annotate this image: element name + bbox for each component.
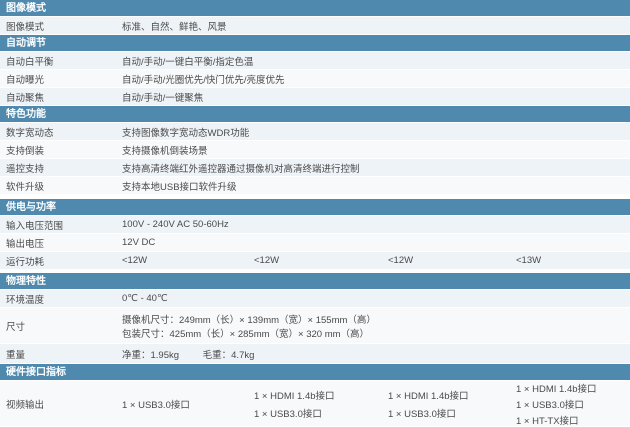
interface-item: 1 × HDMI 1.4b接口 <box>516 383 597 395</box>
table-row-weight: 重量 净重：1.95kg 毛重：4.7kg <box>0 344 630 364</box>
table-row-video-output: 视频输出 1 × USB3.0接口 1 × HDMI 1.4b接口 1 × US… <box>0 381 630 427</box>
value-model-2: 1 × HDMI 1.4b接口 1 × USB3.0接口 <box>254 381 388 427</box>
row-value: 自动/手动/光圈优先/快门优先/亮度优先 <box>122 74 285 86</box>
row-value: 支持图像数字宽动态WDR功能 <box>122 127 250 139</box>
spec-table: 图像模式 图像模式 标准、自然、鲜艳、风景 自动调节 自动白平衡 自动/手动/一… <box>0 0 630 427</box>
table-row-exposure: 自动曝光 自动/手动/光圈优先/快门优先/亮度优先 <box>0 70 630 88</box>
interface-item: 1 × HDMI 1.4b接口 <box>388 390 469 402</box>
row-label: 视频输出 <box>6 399 45 411</box>
net-weight: 净重：1.95kg <box>122 349 180 361</box>
row-value: 12V DC <box>122 237 156 248</box>
value-model-3: <12W <box>388 255 414 266</box>
row-value: 支持本地USB接口软件升级 <box>122 181 237 193</box>
value-model-1: <12W <box>122 255 148 266</box>
camera-size: 摄像机尺寸：249mm（长）× 139mm（宽）× 155mm（高） <box>122 314 376 326</box>
row-values: <12W <12W <12W <13W <box>122 255 630 266</box>
table-row-size: 尺寸 摄像机尺寸：249mm（长）× 139mm（宽）× 155mm（高） 包装… <box>0 308 630 344</box>
row-value: 支持摄像机倒装场景 <box>122 145 208 157</box>
row-label: 运行功耗 <box>6 256 45 268</box>
value-model-1: 1 × USB3.0接口 <box>122 381 254 427</box>
row-label: 输入电压范围 <box>6 220 64 232</box>
row-label: 自动聚焦 <box>6 92 45 104</box>
row-value: 净重：1.95kg 毛重：4.7kg <box>122 347 630 361</box>
row-label: 尺寸 <box>6 321 26 333</box>
table-row-image-mode: 图像模式 标准、自然、鲜艳、风景 <box>0 17 630 35</box>
value-model-4: 1 × HDMI 1.4b接口 1 × USB3.0接口 1 × HT-TX接口 <box>516 381 630 427</box>
table-row-remote: 遥控支持 支持高清终端红外遥控器通过摄像机对高清终端进行控制 <box>0 159 630 177</box>
row-label: 环境温度 <box>6 294 45 306</box>
row-label: 支持倒装 <box>6 145 45 157</box>
row-value: 100V - 240V AC 50-60Hz <box>122 219 229 230</box>
section-header-power: 供电与功率 <box>0 199 630 216</box>
row-label: 自动曝光 <box>6 74 45 86</box>
table-row-white-balance: 自动白平衡 自动/手动/一键白平衡/指定色温 <box>0 52 630 70</box>
row-label: 软件升级 <box>6 181 45 193</box>
value-model-3: 1 × HDMI 1.4b接口 1 × USB3.0接口 <box>388 381 516 427</box>
row-label: 数字宽动态 <box>6 127 54 139</box>
row-label: 输出电压 <box>6 238 45 250</box>
interface-item: 1 × USB3.0接口 <box>122 399 190 411</box>
table-row-output-voltage: 输出电压 12V DC <box>0 234 630 252</box>
row-value: 自动/手动/一键白平衡/指定色温 <box>122 56 254 68</box>
row-value: 支持高清终端红外遥控器通过摄像机对高清终端进行控制 <box>122 163 360 175</box>
value-model-2: <12W <box>254 255 280 266</box>
interface-item: 1 × HT-TX接口 <box>516 415 579 427</box>
row-value: 0℃ - 40℃ <box>122 293 168 304</box>
section-header-hardware: 硬件接口指标 <box>0 364 630 381</box>
table-row-wdr: 数字宽动态 支持图像数字宽动态WDR功能 <box>0 123 630 141</box>
section-header-auto-adjust: 自动调节 <box>0 35 630 52</box>
package-size: 包装尺寸：425mm（长）× 285mm（宽）× 320 mm（高） <box>122 328 370 340</box>
interface-item: 1 × HDMI 1.4b接口 <box>254 390 335 402</box>
interface-item: 1 × USB3.0接口 <box>516 399 584 411</box>
row-value: 标准、自然、鲜艳、风景 <box>122 21 227 33</box>
section-header-image-mode: 图像模式 <box>0 0 630 17</box>
table-row-upgrade: 软件升级 支持本地USB接口软件升级 <box>0 177 630 195</box>
gross-weight: 毛重：4.7kg <box>202 349 255 361</box>
table-row-focus: 自动聚焦 自动/手动/一键聚焦 <box>0 88 630 106</box>
value-model-4: <13W <box>516 255 542 266</box>
row-value: 摄像机尺寸：249mm（长）× 139mm（宽）× 155mm（高） 包装尺寸：… <box>122 312 630 340</box>
table-row-input-voltage: 输入电压范围 100V - 240V AC 50-60Hz <box>0 216 630 234</box>
section-header-physical: 物理特性 <box>0 273 630 290</box>
table-row-flip: 支持倒装 支持摄像机倒装场景 <box>0 141 630 159</box>
section-header-features: 特色功能 <box>0 106 630 123</box>
row-label: 图像模式 <box>6 21 45 33</box>
table-row-temperature: 环境温度 0℃ - 40℃ <box>0 290 630 308</box>
row-label: 自动白平衡 <box>6 56 54 68</box>
row-label: 遥控支持 <box>6 163 45 175</box>
row-values: 1 × USB3.0接口 1 × HDMI 1.4b接口 1 × USB3.0接… <box>122 381 630 427</box>
row-label: 重量 <box>6 349 26 361</box>
table-row-power-consumption: 运行功耗 <12W <12W <12W <13W <box>0 252 630 270</box>
row-value: 自动/手动/一键聚焦 <box>122 92 204 104</box>
